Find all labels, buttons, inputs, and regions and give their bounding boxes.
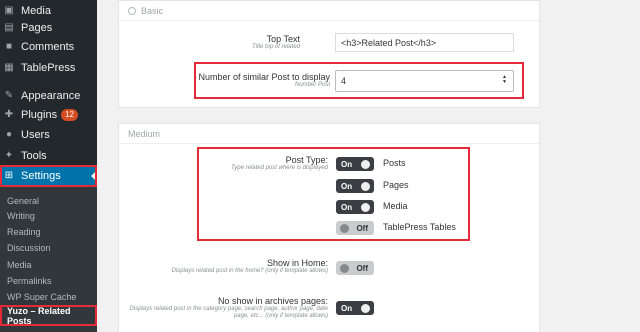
archives-toggle[interactable]: On xyxy=(336,301,374,315)
top-text-label-group: Top Text Title top of related xyxy=(92,34,300,51)
media-icon: ▣ xyxy=(4,5,14,16)
comments-icon: ■ xyxy=(5,41,13,52)
post-type-tablepress-label: TablePress Tables xyxy=(383,222,456,232)
collapse-radio-icon xyxy=(128,6,136,15)
post-type-posts-label: Posts xyxy=(383,158,406,168)
number-post-label-group: Number of similar Post to display Number… xyxy=(122,72,330,89)
menu-label: Pages xyxy=(21,22,53,34)
post-type-pages-label: Pages xyxy=(383,180,409,190)
toggle-state: Off xyxy=(356,263,368,273)
top-text-desc: Title top of related xyxy=(252,44,300,50)
post-type-tablepress-toggle[interactable]: Off xyxy=(336,221,374,235)
toggle-knob xyxy=(361,202,370,212)
menu-item-tablepress[interactable]: ▦ TablePress xyxy=(0,57,97,79)
archives-desc: Displays related post in the category pa… xyxy=(129,306,328,319)
show-home-label-group: Show in Home: Displays related post in t… xyxy=(120,258,328,275)
show-home-toggle[interactable]: Off xyxy=(336,261,374,275)
highlight-yuzo xyxy=(0,305,97,326)
show-home-label: Show in Home: xyxy=(266,258,328,268)
plugins-update-badge: 12 xyxy=(61,109,78,121)
post-type-media-label: Media xyxy=(383,201,408,211)
plugins-icon: ✚ xyxy=(4,109,14,120)
toggle-knob xyxy=(361,181,370,191)
toggle-state: On xyxy=(341,181,353,191)
number-post-desc: Number Post xyxy=(294,82,330,88)
toggle-knob xyxy=(361,159,370,169)
menu-label: Media xyxy=(21,5,51,17)
toggle-state: Off xyxy=(356,223,368,233)
post-type-desc: Type related post where is displayed xyxy=(231,165,328,171)
menu-item-comments[interactable]: ■ Comments xyxy=(0,36,97,58)
menu-label: TablePress xyxy=(21,62,76,74)
top-text-input[interactable]: <h3>Related Post</h3> xyxy=(335,33,514,52)
top-text-label: Top Text xyxy=(266,34,300,44)
number-post-value: 4 xyxy=(341,76,347,86)
menu-label: Comments xyxy=(21,41,75,53)
toggle-state: On xyxy=(341,202,353,212)
submenu-wp-super-cache[interactable]: WP Super Cache xyxy=(0,288,97,306)
menu-item-users[interactable]: ● Users xyxy=(0,124,97,146)
appearance-icon: ✎ xyxy=(4,90,14,101)
post-type-label: Post Type: xyxy=(285,155,328,165)
pages-icon: ▤ xyxy=(4,22,14,33)
tablepress-icon: ▦ xyxy=(4,62,14,73)
users-icon: ● xyxy=(5,129,13,140)
highlight-settings xyxy=(0,165,97,187)
archives-label-group: No show in archives pages: Displays rela… xyxy=(120,296,328,320)
menu-label: Users xyxy=(21,129,50,141)
menu-label: Tools xyxy=(21,150,47,162)
number-post-label: Number of similar Post to display xyxy=(198,72,330,82)
post-type-pages-toggle[interactable]: On xyxy=(336,179,374,193)
post-type-media-toggle[interactable]: On xyxy=(336,200,374,214)
medium-panel-title: Medium xyxy=(128,128,161,139)
toggle-knob xyxy=(340,263,349,273)
select-arrows-icon: ▲ ▼ xyxy=(502,74,507,85)
menu-label: Plugins xyxy=(21,109,58,121)
toggle-state: On xyxy=(341,159,353,169)
toggle-knob xyxy=(361,303,370,313)
toggle-knob xyxy=(340,223,349,233)
menu-item-tools[interactable]: ✦ Tools xyxy=(0,145,97,167)
post-type-posts-toggle[interactable]: On xyxy=(336,157,374,171)
menu-item-plugins[interactable]: ✚ Plugins 12 xyxy=(0,104,97,126)
basic-panel-title: Basic xyxy=(141,5,164,16)
post-type-label-group: Post Type: Type related post where is di… xyxy=(120,155,328,172)
archives-label: No show in archives pages: xyxy=(217,296,328,306)
tools-icon: ✦ xyxy=(4,150,14,161)
submenu-discussion[interactable]: Discussion xyxy=(0,239,97,257)
basic-panel-header[interactable]: Basic xyxy=(119,1,539,21)
menu-label: Appearance xyxy=(21,90,81,102)
medium-panel-header[interactable]: Medium xyxy=(119,124,539,144)
toggle-state: On xyxy=(341,303,353,313)
show-home-desc: Displays related post in the home? (only… xyxy=(171,268,328,274)
number-post-select[interactable]: 4 ▲ ▼ xyxy=(335,70,514,92)
